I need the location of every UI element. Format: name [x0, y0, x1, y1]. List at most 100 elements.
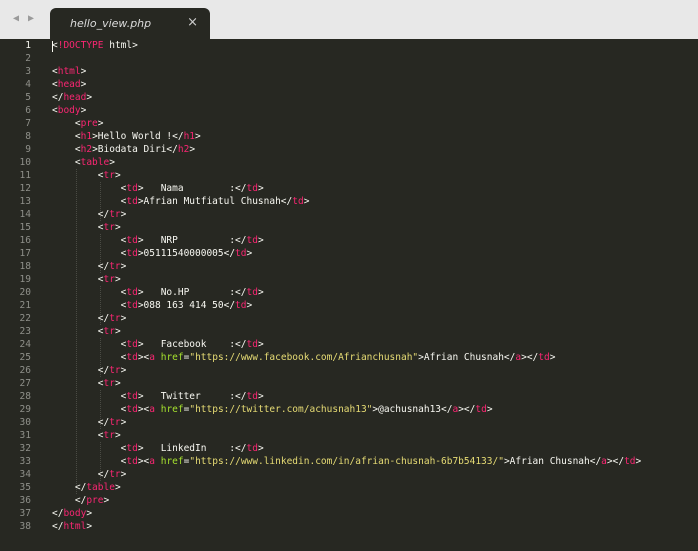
code-token: > — [114, 482, 121, 493]
line-number: 26 — [19, 365, 31, 376]
code-token: >05111540000005</ — [137, 248, 236, 259]
code-token: > — [303, 196, 310, 207]
code-token: < — [52, 144, 81, 155]
line-number: 7 — [25, 118, 31, 129]
code-line: <tr> — [52, 221, 121, 234]
code-token: pre — [86, 495, 104, 506]
code-token: < — [52, 183, 127, 194]
line-number: 13 — [19, 196, 31, 207]
tab-hello-view[interactable]: hello_view.php × — [50, 8, 210, 39]
forward-arrow-icon[interactable]: ▶ — [28, 13, 34, 25]
code-line: <td> NRP :</td> — [52, 234, 264, 247]
code-token: body — [57, 105, 81, 116]
code-token: > Twitter :</ — [137, 391, 247, 402]
code-line: <td> No.HP :</td> — [52, 286, 264, 299]
code-token: >< — [137, 404, 150, 415]
code-line: <!DOCTYPE html> — [52, 39, 138, 52]
code-token: >Afrian Mutfiatul Chusnah</ — [137, 196, 293, 207]
code-token: td — [246, 339, 258, 350]
code-token: td — [126, 443, 138, 454]
code-line: <td><a href="https://twitter.com/achusna… — [52, 403, 493, 416]
code-token: > — [97, 118, 104, 129]
code-token: < — [52, 352, 127, 363]
line-number: 30 — [19, 417, 31, 428]
line-number: 29 — [19, 404, 31, 415]
line-number: 31 — [19, 430, 31, 441]
code-token: > — [80, 66, 87, 77]
line-number: 35 — [19, 482, 31, 493]
code-token: < — [52, 118, 81, 129]
code-token: > — [80, 79, 87, 90]
tab-close-icon[interactable]: × — [187, 15, 198, 30]
code-token: > — [120, 261, 127, 272]
code-token: > — [257, 287, 264, 298]
code-line: <td><a href="https://www.facebook.com/Af… — [52, 351, 556, 364]
code-token: href — [160, 404, 184, 415]
line-number: 2 — [25, 53, 31, 64]
code-token: < — [52, 287, 127, 298]
code-token: tr — [103, 326, 115, 337]
code-token: </ — [52, 261, 110, 272]
code-token: head — [57, 79, 81, 90]
code-token: "https://www.linkedin.com/in/afrian-chus… — [189, 456, 504, 467]
code-line: <tr> — [52, 377, 121, 390]
line-number: 10 — [19, 157, 31, 168]
code-token: < — [52, 196, 127, 207]
code-token: > — [120, 469, 127, 480]
code-line: <td><a href="https://www.linkedin.com/in… — [52, 455, 642, 468]
code-token: td — [126, 456, 138, 467]
code-line: <tr> — [52, 169, 121, 182]
line-number: 27 — [19, 378, 31, 389]
code-line: <tr> — [52, 325, 121, 338]
line-number: 15 — [19, 222, 31, 233]
code-token: < — [52, 430, 104, 441]
code-token: < — [52, 326, 104, 337]
code-line: <td>088 163 414 50</td> — [52, 299, 253, 312]
code-token: h2 — [80, 144, 93, 155]
line-number: 22 — [19, 313, 31, 324]
code-line: <tr> — [52, 273, 121, 286]
line-number: 1 — [25, 40, 31, 51]
code-token: td — [246, 235, 258, 246]
line-number: 12 — [19, 183, 31, 194]
code-token: td — [246, 443, 258, 454]
code-token: > — [246, 300, 253, 311]
line-number: 25 — [19, 352, 31, 363]
code-token: </ — [52, 482, 87, 493]
back-arrow-icon[interactable]: ◀ — [13, 13, 19, 25]
line-number: 32 — [19, 443, 31, 454]
code-token: >Afrian Chusnah</ — [418, 352, 516, 363]
code-token: "https://twitter.com/achusnah13" — [189, 404, 373, 415]
code-token: tr — [109, 469, 121, 480]
line-number: 11 — [19, 170, 31, 181]
code-token: < — [52, 157, 81, 168]
code-token: td — [475, 404, 487, 415]
code-token: h1 — [80, 131, 93, 142]
code-token: </ — [52, 313, 110, 324]
code-line: <tr> — [52, 429, 121, 442]
code-editor[interactable]: 1 2 3 4 5 6 7 8 9 10 11 12 13 14 15 16 17 18 19 20 21 22 23 24 2… — [0, 39, 698, 551]
code-token: h2 — [177, 144, 190, 155]
code-token: table — [86, 482, 115, 493]
line-number: 17 — [19, 248, 31, 259]
code-token: > — [114, 326, 121, 337]
line-number: 18 — [19, 261, 31, 272]
code-token: < — [52, 339, 127, 350]
code-token: td — [126, 287, 138, 298]
code-token: td — [235, 300, 247, 311]
code-token: > — [257, 339, 264, 350]
code-token: html> — [103, 40, 138, 51]
code-token: > — [486, 404, 493, 415]
code-token: > — [257, 183, 264, 194]
code-token: > — [257, 443, 264, 454]
line-number: 24 — [19, 339, 31, 350]
code-token: head — [63, 92, 87, 103]
code-token: >@achusnah13</ — [372, 404, 453, 415]
code-token: td — [126, 183, 138, 194]
code-line: </tr> — [52, 416, 127, 429]
line-number: 34 — [19, 469, 31, 480]
code-token: td — [126, 404, 138, 415]
code-token: tr — [109, 365, 121, 376]
code-line: </tr> — [52, 260, 127, 273]
code-line: <td>05111540000005</td> — [52, 247, 253, 260]
